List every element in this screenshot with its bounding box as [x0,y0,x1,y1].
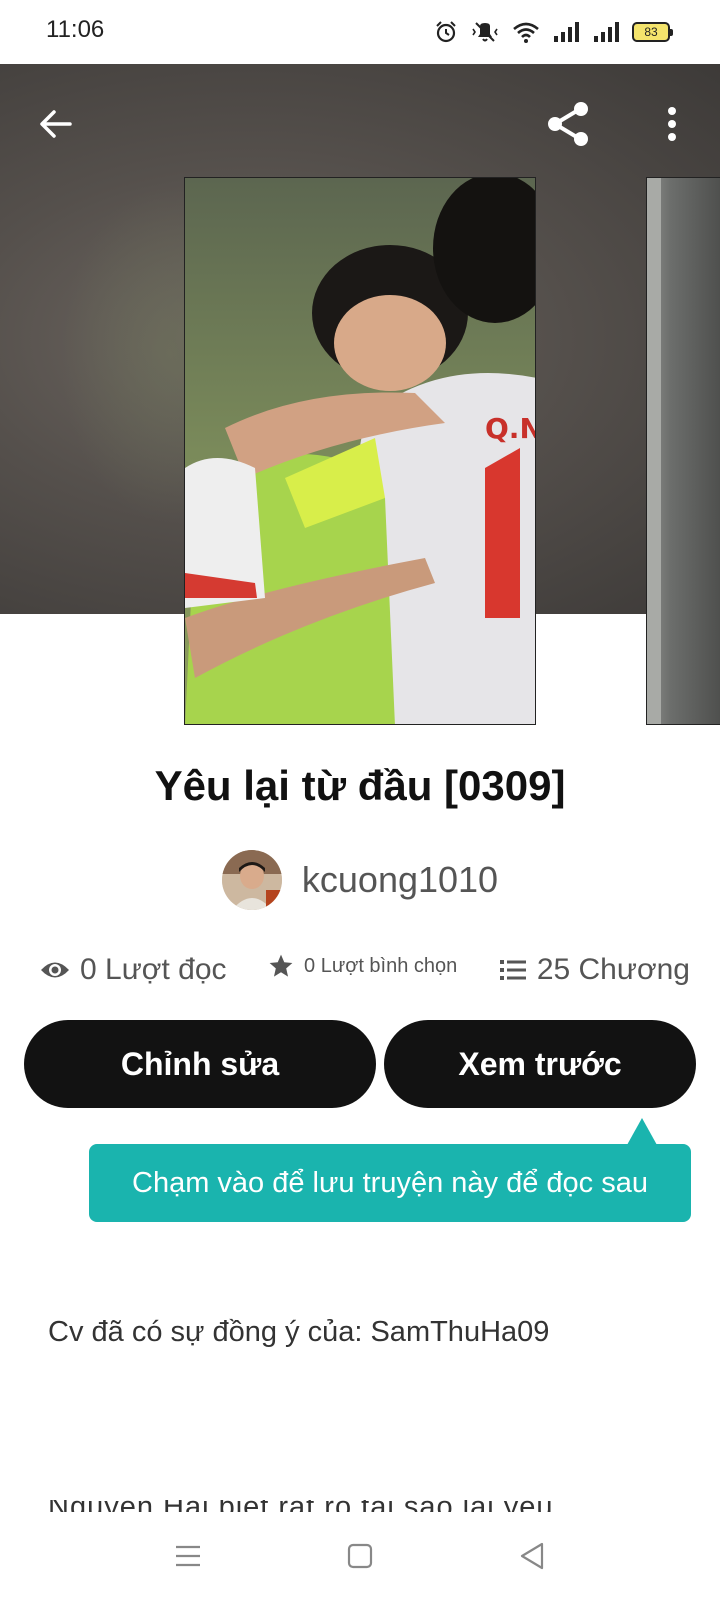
wifi-icon [513,22,539,43]
story-cover-image[interactable]: Q.N [184,177,536,725]
votes-stat: 0 Lượt bình chọn [268,953,457,979]
menu-icon [176,1545,200,1567]
signal-icon-1 [554,22,579,42]
more-vertical-icon [668,107,676,141]
story-description: Cv đã có sự đồng ý của: SamThuHa09 [48,1316,550,1348]
cover-photo: Q.N [185,178,536,724]
status-time: 11:06 [46,16,105,43]
share-button[interactable] [536,92,600,156]
back-button[interactable] [24,92,88,156]
status-bar: 11:06 83 [0,0,720,64]
list-icon [499,960,526,980]
system-nav-bar [0,1512,720,1600]
more-options-button[interactable] [640,92,704,156]
author-avatar[interactable] [221,850,282,910]
svg-text:Q.N: Q.N [485,412,536,445]
preview-button[interactable]: Xem trước [384,1020,696,1108]
tooltip-text: Chạm vào để lưu truyện này để đọc sau [132,1166,648,1199]
battery-level: 83 [644,25,658,39]
author-link[interactable]: kcuong1010 [0,848,720,912]
avatar-photo [221,850,282,910]
story-title: Yêu lại từ đầu [0309] [154,762,566,809]
star-icon [269,954,293,977]
home-button[interactable] [338,1534,382,1578]
description-next-line: Nguyễn Hải biết rất rõ tại sao lại yêu c… [48,1500,608,1512]
save-for-later-tooltip[interactable]: Chạm vào để lưu truyện này để đọc sau [89,1118,691,1222]
chapters-count: 25 Chương [536,953,690,986]
alarm-icon [436,21,456,43]
story-stats: 0 Lượt đọc 0 Lượt bình chọn 25 Chương [40,944,690,996]
chapters-stat: 25 Chương [499,953,690,987]
status-icons: 83 [434,18,673,46]
square-icon [347,1543,373,1569]
next-story-cover[interactable] [646,177,720,725]
author-name[interactable]: kcuong1010 [302,859,498,901]
reads-stat: 0 Lượt đọc [40,953,227,987]
vibrate-icon [472,22,498,42]
eye-icon [41,962,69,978]
recent-apps-button[interactable] [166,1534,210,1578]
battery-icon: 83 [632,22,673,42]
votes-count: 0 Lượt bình chọn [304,954,458,977]
reads-count: 0 Lượt đọc [80,953,227,986]
edit-button[interactable]: Chỉnh sửa [24,1020,376,1108]
system-back-button[interactable] [510,1534,554,1578]
triangle-back-icon [520,1542,544,1570]
arrow-left-icon [40,110,72,138]
share-icon [548,102,588,146]
signal-icon-2 [594,22,619,42]
description-cutoff-line: Nguyễn Hải biết rất rõ tại sao lại yêu c… [48,1500,608,1512]
